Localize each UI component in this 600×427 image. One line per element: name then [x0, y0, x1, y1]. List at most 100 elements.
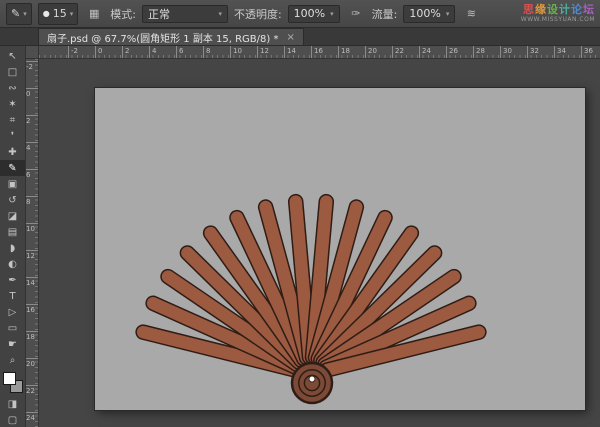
- foreground-color-swatch[interactable]: [3, 372, 16, 385]
- tab-close-icon[interactable]: ×: [286, 32, 294, 43]
- color-swatches: [0, 370, 25, 396]
- watermark-char: 缘: [535, 3, 547, 16]
- pen-tool-icon[interactable]: ✒: [0, 272, 25, 288]
- watermark-char: 思: [523, 3, 535, 16]
- shape-tool-icon[interactable]: ▭: [0, 320, 25, 336]
- watermark: 思缘设计论坛 WWW.MISSYUAN.COM: [521, 3, 595, 23]
- v-ruler-label: 8: [26, 196, 38, 206]
- watermark-char: 论: [571, 3, 583, 16]
- clone-stamp-tool-icon[interactable]: ▣: [0, 176, 25, 192]
- brush-tool-icon: ✎: [11, 7, 20, 20]
- flow-select[interactable]: 100% ▾: [403, 5, 455, 23]
- h-ruler-label: 36: [581, 46, 593, 58]
- brush-size-value: 15: [53, 7, 67, 20]
- mode-label: 模式:: [110, 6, 136, 22]
- history-brush-tool-icon[interactable]: ↺: [0, 192, 25, 208]
- horizontal-ruler[interactable]: -2024681012141618202224262830323436: [39, 46, 600, 59]
- watermark-line1: 思缘设计论坛: [521, 3, 595, 16]
- chevron-down-icon: ▾: [446, 10, 450, 18]
- tool-preset-picker[interactable]: ✎ ▾: [6, 3, 32, 25]
- canvas-viewport: [39, 59, 600, 427]
- photoshop-window: ✎ ▾ ● 15 ▾ ▦ 模式: 正常 ▾ 不透明度: 100% ▾ ✑ 流量:…: [0, 0, 600, 427]
- h-ruler-label: 4: [149, 46, 156, 58]
- path-select-tool-icon[interactable]: ▷: [0, 304, 25, 320]
- v-ruler-label: -2: [26, 61, 38, 71]
- chevron-down-icon: ▾: [330, 10, 334, 18]
- crop-tool-icon[interactable]: ⌗: [0, 112, 25, 128]
- magic-wand-tool-icon[interactable]: ✶: [0, 96, 25, 112]
- ruler-origin-corner[interactable]: [26, 46, 39, 59]
- watermark-char: 设: [547, 3, 559, 16]
- flow-label: 流量:: [372, 6, 398, 22]
- gradient-tool-icon[interactable]: ▤: [0, 224, 25, 240]
- type-tool-icon[interactable]: T: [0, 288, 25, 304]
- tools-panel: ↖□∾✶⌗❜✚✎▣↺◪▤◗◐✒T▷▭☛⌕ ◨▢: [0, 46, 26, 427]
- fan-hub-rivet: [309, 376, 315, 382]
- h-ruler-label: 28: [473, 46, 485, 58]
- mode-select[interactable]: 正常 ▾: [142, 5, 228, 23]
- brush-preset-picker[interactable]: ● 15 ▾: [38, 3, 79, 25]
- h-ruler-label: 24: [419, 46, 431, 58]
- h-ruler-label: 16: [311, 46, 323, 58]
- brush-tool-icon[interactable]: ✎: [0, 160, 25, 176]
- opacity-label: 不透明度:: [234, 6, 282, 22]
- h-ruler-label: 8: [203, 46, 210, 58]
- marquee-tool-icon[interactable]: □: [0, 64, 25, 80]
- h-ruler-label: 2: [122, 46, 129, 58]
- v-ruler-label: 12: [26, 250, 38, 260]
- v-ruler-label: 0: [26, 88, 38, 98]
- flow-value: 100%: [409, 7, 441, 20]
- vertical-ruler[interactable]: -2024681012141618202224: [26, 59, 39, 427]
- chevron-down-icon: ▾: [23, 10, 27, 18]
- v-ruler-label: 2: [26, 115, 38, 125]
- dodge-tool-icon[interactable]: ◐: [0, 256, 25, 272]
- airbrush-icon[interactable]: ≋: [461, 4, 481, 24]
- h-ruler-label: 18: [338, 46, 350, 58]
- h-ruler-label: 6: [176, 46, 183, 58]
- document-canvas[interactable]: [95, 88, 585, 410]
- opacity-select[interactable]: 100% ▾: [288, 5, 340, 23]
- pressure-opacity-icon[interactable]: ✑: [346, 4, 366, 24]
- h-ruler-label: 14: [284, 46, 296, 58]
- h-ruler-label: 10: [230, 46, 242, 58]
- h-ruler-label: 32: [527, 46, 539, 58]
- eraser-tool-icon[interactable]: ◪: [0, 208, 25, 224]
- h-ruler-label: 34: [554, 46, 566, 58]
- h-ruler-label: 0: [95, 46, 102, 58]
- mode-value: 正常: [148, 6, 214, 22]
- brush-tip-icon: ●: [43, 9, 50, 18]
- hand-tool-icon[interactable]: ☛: [0, 336, 25, 352]
- brush-panel-toggle-icon[interactable]: ▦: [84, 4, 104, 24]
- h-ruler-label: -2: [68, 46, 78, 58]
- chevron-down-icon: ▾: [218, 10, 222, 18]
- quick-mask-tool-icon[interactable]: ◨: [0, 396, 25, 412]
- v-ruler-label: 10: [26, 223, 38, 233]
- tool-list-bottom: ◨▢: [0, 396, 25, 427]
- h-ruler-label: 30: [500, 46, 512, 58]
- v-ruler-label: 24: [26, 412, 38, 422]
- h-ruler-label: 12: [257, 46, 269, 58]
- fan-svg: [95, 88, 585, 410]
- move-tool-icon[interactable]: ↖: [0, 48, 25, 64]
- watermark-char: 坛: [583, 3, 595, 16]
- zoom-tool-icon[interactable]: ⌕: [0, 352, 25, 368]
- watermark-char: 计: [559, 3, 571, 16]
- eyedropper-tool-icon[interactable]: ❜: [0, 128, 25, 144]
- lasso-tool-icon[interactable]: ∾: [0, 80, 25, 96]
- document-tab[interactable]: 扇子.psd @ 67.7%(圆角矩形 1 副本 15, RGB/8) * ×: [38, 28, 304, 45]
- blur-tool-icon[interactable]: ◗: [0, 240, 25, 256]
- options-bar: ✎ ▾ ● 15 ▾ ▦ 模式: 正常 ▾ 不透明度: 100% ▾ ✑ 流量:…: [0, 0, 600, 28]
- tab-title: 扇子.psd @ 67.7%(圆角矩形 1 副本 15, RGB/8) *: [47, 30, 278, 45]
- v-ruler-label: 18: [26, 331, 38, 341]
- tab-bar: 扇子.psd @ 67.7%(圆角矩形 1 副本 15, RGB/8) * ×: [0, 28, 600, 46]
- v-ruler-label: 16: [26, 304, 38, 314]
- chevron-down-icon: ▾: [70, 10, 74, 18]
- screen-mode-tool-icon[interactable]: ▢: [0, 412, 25, 427]
- opacity-value: 100%: [294, 7, 326, 20]
- h-ruler-label: 20: [365, 46, 377, 58]
- v-ruler-label: 6: [26, 169, 38, 179]
- healing-brush-tool-icon[interactable]: ✚: [0, 144, 25, 160]
- h-ruler-label: 22: [392, 46, 404, 58]
- fan-hub: [292, 363, 332, 403]
- v-ruler-label: 20: [26, 358, 38, 368]
